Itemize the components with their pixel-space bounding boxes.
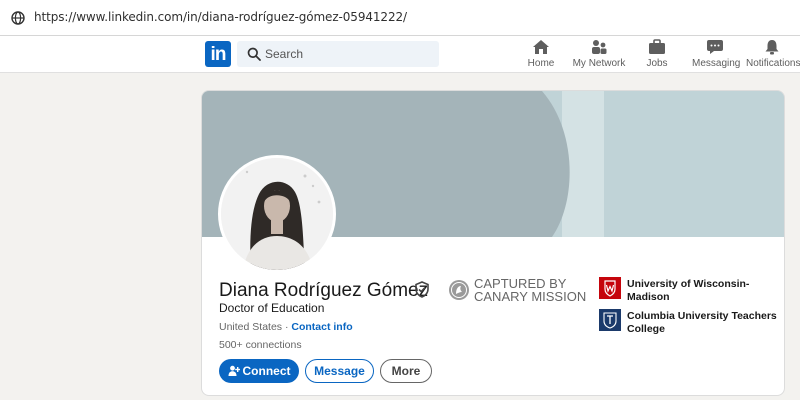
- nav-jobs[interactable]: Jobs: [642, 39, 672, 71]
- nav-messaging-label: Messaging: [692, 58, 741, 69]
- briefcase-icon: [649, 39, 665, 54]
- network-icon: [592, 40, 607, 54]
- globe-icon: [11, 11, 25, 25]
- canary-text: CAPTURED BY CANARY MISSION: [474, 277, 586, 303]
- nav-my-network[interactable]: My Network: [572, 39, 626, 71]
- connect-label: Connect: [242, 364, 291, 378]
- url-text[interactable]: https://www.linkedin.com/in/diana-rodríg…: [34, 10, 407, 24]
- nav-messaging[interactable]: Messaging: [692, 39, 741, 71]
- nav-my-network-label: My Network: [572, 58, 626, 69]
- add-person-icon: [228, 365, 240, 376]
- browser-url-bar[interactable]: https://www.linkedin.com/in/diana-rodríg…: [0, 0, 800, 36]
- profile-location: United States · Contact info: [219, 321, 353, 333]
- avatar[interactable]: [218, 155, 336, 273]
- canary-line-2: CANARY MISSION: [474, 289, 587, 304]
- search-icon: [247, 47, 261, 61]
- contact-info-link[interactable]: Contact info: [291, 321, 352, 333]
- home-icon: [533, 40, 549, 54]
- top-nav: in Home My Network Jobs Messaging: [0, 36, 800, 73]
- nav-home-label: Home: [527, 58, 555, 69]
- location-separator: ·: [282, 321, 292, 333]
- connect-button[interactable]: Connect: [219, 359, 299, 383]
- school-name-line-2: College: [627, 323, 665, 335]
- canary-mission-watermark: CAPTURED BY CANARY MISSION: [448, 277, 588, 309]
- connections-count[interactable]: 500+ connections: [219, 339, 302, 351]
- message-button[interactable]: Message: [305, 359, 374, 383]
- columbia-tc-logo-icon: [599, 309, 621, 331]
- school-name: University of Wisconsin- Madison: [627, 278, 749, 304]
- uw-madison-logo-icon: [599, 277, 621, 299]
- school-name: Columbia University Teachers College: [627, 310, 777, 336]
- canary-seal-icon: [449, 280, 469, 300]
- profile-photo: [221, 158, 333, 270]
- school-name-line-1: University of Wisconsin-: [627, 278, 750, 290]
- profile-headline: Doctor of Education: [219, 301, 325, 315]
- chat-icon: [707, 40, 723, 54]
- school-name-line-2: Madison: [627, 291, 670, 303]
- bell-icon: [765, 40, 779, 55]
- more-button[interactable]: More: [380, 359, 432, 383]
- verified-shield-icon[interactable]: [414, 281, 430, 298]
- message-label: Message: [314, 364, 365, 378]
- nav-notifications[interactable]: Notifications: [746, 39, 800, 71]
- linkedin-logo[interactable]: in: [205, 41, 231, 67]
- nav-home[interactable]: Home: [526, 39, 556, 71]
- location-text: United States: [219, 321, 283, 333]
- nav-jobs-label: Jobs: [646, 58, 668, 69]
- search-box[interactable]: [237, 41, 439, 67]
- nav-notifications-label: Notifications: [746, 58, 800, 69]
- search-input[interactable]: [265, 41, 433, 67]
- profile-name: Diana Rodríguez Gómez: [219, 280, 429, 301]
- more-label: More: [391, 364, 421, 378]
- school-name-line-1: Columbia University Teachers: [627, 310, 777, 322]
- profile-card: Diana Rodríguez Gómez Doctor of Educatio…: [201, 90, 785, 396]
